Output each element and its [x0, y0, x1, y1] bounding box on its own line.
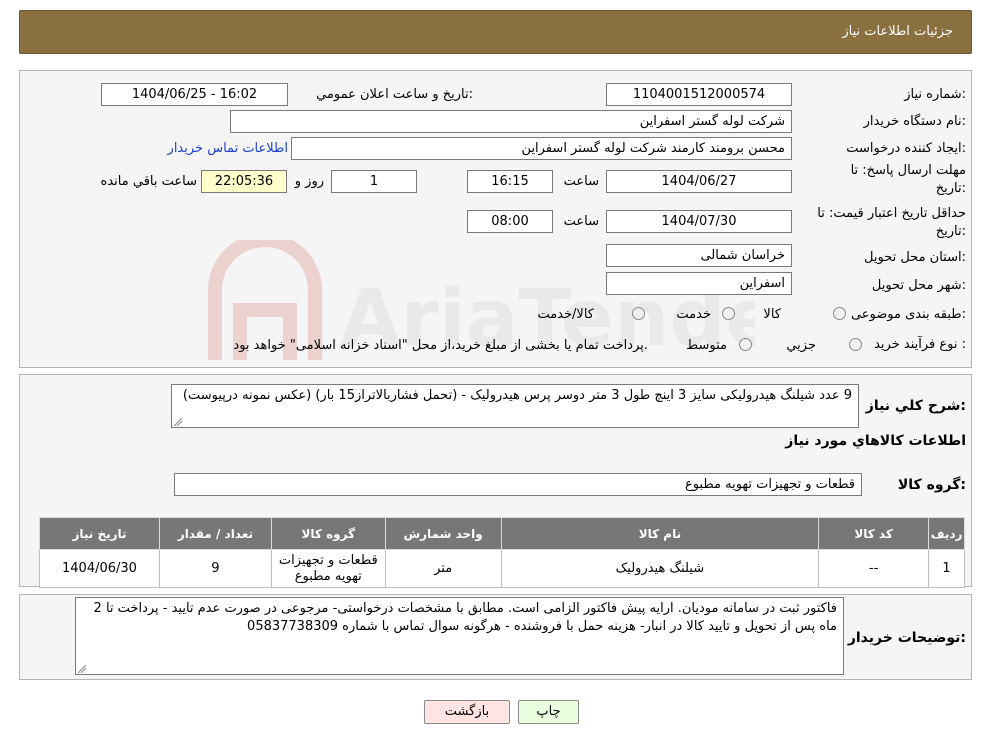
process-radio-minor[interactable] [849, 338, 862, 351]
reply-time-label: ساعت [563, 174, 599, 189]
process-radio-medium[interactable] [739, 338, 752, 351]
price-validity-label: حداقل تاريخ اعتبار قيمت: تا [817, 206, 966, 221]
process-option-medium: متوسط [686, 338, 727, 353]
category-label: طبقه بندی موضوعی: [850, 307, 966, 322]
need-number-field[interactable]: 1104001512000574 [606, 83, 792, 106]
cell-date: 1404/06/30 [39, 549, 160, 588]
page-header: جزئیات اطلاعات نیاز [19, 10, 972, 54]
summary-label: شرح کلي نياز: [865, 398, 966, 414]
summary-text: 9 عدد شیلنگ هیدرولیکی سایز 3 اینچ طول 3 … [182, 388, 852, 403]
buyer-notes-text: فاکتور ثبت در سامانه مودیان. ارایه پیش ف… [93, 601, 837, 634]
cell-row: 1 [928, 549, 965, 588]
cell-code: -- [818, 549, 930, 588]
buyer-contact-link[interactable]: اطلاعات تماس خريدار [168, 141, 288, 156]
treasury-note: پرداخت تمام يا بخشی از مبلغ خريد،از محل … [233, 338, 648, 353]
price-validity-date-field[interactable]: 1404/07/30 [606, 210, 792, 233]
col-unit-header: واحد شمارش [384, 517, 502, 550]
table-row[interactable]: 1 -- شیلنگ هیدرولیک متر قطعات و تجهیزات … [39, 549, 965, 588]
price-validity-label-2: تاريخ: [935, 224, 966, 239]
buyer-org-label: نام دستگاه خريدار: [863, 114, 966, 129]
need-number-label: شماره نیاز: [904, 87, 966, 102]
cell-group: قطعات و تجهیزات تهویه مطبوع [270, 549, 386, 588]
goods-group-label: گروه کالا: [897, 477, 966, 493]
province-label: استان محل تحويل: [864, 250, 966, 265]
announce-datetime-field[interactable]: 1404/06/25 - 16:02 [101, 83, 288, 106]
days-label: روز و [294, 174, 324, 189]
cell-qty: 9 [158, 549, 272, 588]
col-group-header: گروه کالا [270, 517, 386, 550]
remaining-label: ساعت باقي مانده [100, 174, 197, 189]
print-button[interactable]: چاپ [518, 700, 579, 724]
reply-time-field[interactable]: 16:15 [467, 170, 553, 193]
remaining-time-field: 22:05:36 [201, 170, 287, 193]
reply-deadline-label: مهلت ارسال پاسخ: تا [850, 163, 966, 178]
col-date-header: تاريخ نياز [39, 517, 160, 550]
process-label: نوع فرآيند خريد : [874, 337, 966, 352]
table-header-row: رديف کد کالا نام کالا واحد شمارش گروه کا… [39, 517, 965, 550]
buyer-notes-textarea[interactable]: فاکتور ثبت در سامانه مودیان. ارایه پیش ف… [75, 597, 844, 675]
requester-label: ايجاد کننده درخواست: [846, 141, 966, 156]
reply-days-field[interactable]: 1 [331, 170, 417, 193]
reply-date-field[interactable]: 1404/06/27 [606, 170, 792, 193]
cell-name: شیلنگ هیدرولیک [500, 549, 820, 588]
col-code-header: کد کالا [818, 517, 930, 550]
announce-datetime-label: تاریخ و ساعت اعلان عمومي: [316, 87, 473, 102]
goods-group-field[interactable]: قطعات و تجهیزات تهویه مطبوع [174, 473, 862, 496]
city-label: شهر محل تحويل: [871, 278, 966, 293]
reply-deadline-label-2: تاريخ: [935, 181, 966, 196]
buyer-org-field[interactable]: شرکت لوله گستر اسفراين [230, 110, 792, 133]
col-name-header: نام کالا [500, 517, 820, 550]
col-qty-header: تعداد / مقدار [158, 517, 272, 550]
resize-handle-icon[interactable] [174, 418, 182, 426]
requester-field[interactable]: محسن برومند کارمند شرکت لوله گستر اسفراي… [291, 137, 792, 160]
category-option-service: خدمت [676, 307, 711, 322]
page-title: جزئیات اطلاعات نیاز [842, 24, 953, 39]
resize-handle-icon[interactable] [78, 665, 86, 673]
price-validity-time-field[interactable]: 08:00 [467, 210, 553, 233]
category-radio-goods[interactable] [833, 307, 846, 320]
items-table: رديف کد کالا نام کالا واحد شمارش گروه کا… [39, 517, 965, 588]
col-row-header: رديف [928, 517, 965, 550]
cell-unit: متر [384, 549, 502, 588]
buyer-notes-label: توضيحات خريدار: [847, 630, 966, 646]
city-field[interactable]: اسفراين [606, 272, 792, 295]
back-button[interactable]: بازگشت [424, 700, 510, 724]
goods-info-title: اطلاعات کالاهاي مورد نياز [785, 433, 966, 449]
category-radio-goods-service[interactable] [632, 307, 645, 320]
summary-textarea[interactable]: 9 عدد شیلنگ هیدرولیکی سایز 3 اینچ طول 3 … [171, 384, 859, 428]
category-option-goods-service: کالا/خدمت [537, 307, 594, 322]
province-field[interactable]: خراسان شمالی [606, 244, 792, 267]
process-option-minor: جزيي [786, 338, 816, 353]
category-radio-service[interactable] [722, 307, 735, 320]
price-validity-time-label: ساعت [563, 214, 599, 229]
category-option-goods: کالا [763, 307, 781, 322]
